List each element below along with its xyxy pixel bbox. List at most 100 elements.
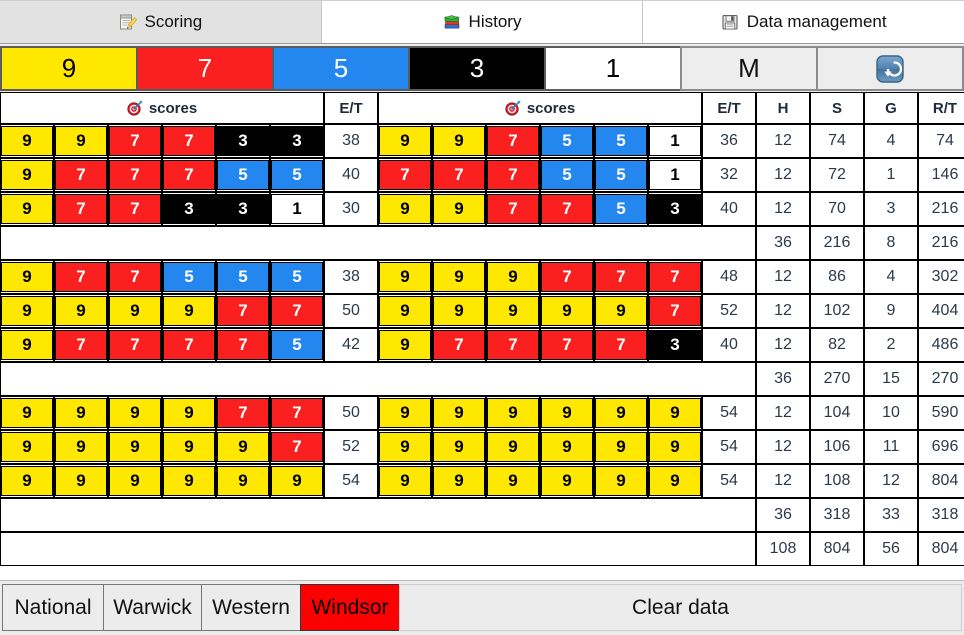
- score-cell[interactable]: 9: [54, 464, 108, 498]
- score-cell[interactable]: 9: [432, 464, 486, 498]
- score-cell[interactable]: 9: [648, 464, 702, 498]
- score-cell[interactable]: 7: [162, 124, 216, 158]
- score-cell[interactable]: 9: [432, 124, 486, 158]
- score-cell[interactable]: 9: [486, 294, 540, 328]
- score-cell[interactable]: 9: [54, 124, 108, 158]
- score-cell[interactable]: 3: [648, 328, 702, 362]
- score-cell[interactable]: 1: [270, 192, 324, 226]
- score-cell[interactable]: 9: [378, 124, 432, 158]
- score-key-9[interactable]: 9: [0, 46, 138, 91]
- score-cell[interactable]: 9: [54, 396, 108, 430]
- score-cell[interactable]: 9: [108, 430, 162, 464]
- score-cell[interactable]: 9: [378, 294, 432, 328]
- score-key-3[interactable]: 3: [408, 46, 546, 91]
- score-cell[interactable]: 7: [108, 158, 162, 192]
- score-key-miss[interactable]: M: [680, 46, 818, 91]
- score-cell[interactable]: 7: [270, 430, 324, 464]
- score-cell[interactable]: 7: [162, 328, 216, 362]
- tab-history[interactable]: History: [321, 0, 644, 43]
- score-cell[interactable]: 5: [540, 124, 594, 158]
- score-cell[interactable]: 9: [378, 328, 432, 362]
- score-cell[interactable]: 7: [648, 260, 702, 294]
- score-cell[interactable]: 1: [648, 124, 702, 158]
- score-cell[interactable]: 7: [162, 158, 216, 192]
- undo-button[interactable]: [816, 46, 964, 91]
- score-cell[interactable]: 7: [54, 158, 108, 192]
- score-cell[interactable]: 7: [378, 158, 432, 192]
- score-cell[interactable]: 9: [540, 294, 594, 328]
- score-cell[interactable]: 9: [432, 430, 486, 464]
- score-cell[interactable]: 9: [378, 192, 432, 226]
- score-cell[interactable]: 9: [486, 260, 540, 294]
- score-cell[interactable]: 9: [432, 396, 486, 430]
- score-cell[interactable]: 9: [540, 396, 594, 430]
- score-cell[interactable]: 9: [162, 294, 216, 328]
- round-button-windsor[interactable]: Windsor: [300, 584, 400, 631]
- score-cell[interactable]: 5: [594, 158, 648, 192]
- clear-data-button[interactable]: Clear data: [399, 584, 962, 631]
- score-cell[interactable]: 3: [162, 192, 216, 226]
- score-cell[interactable]: 9: [162, 396, 216, 430]
- tab-data-management[interactable]: Data management: [643, 0, 964, 43]
- score-cell[interactable]: 5: [270, 328, 324, 362]
- score-cell[interactable]: 7: [54, 192, 108, 226]
- score-cell[interactable]: 9: [0, 294, 54, 328]
- score-cell[interactable]: 9: [270, 464, 324, 498]
- score-cell[interactable]: 9: [378, 464, 432, 498]
- score-cell[interactable]: 5: [270, 158, 324, 192]
- score-key-5[interactable]: 5: [272, 46, 410, 91]
- score-cell[interactable]: 3: [270, 124, 324, 158]
- score-cell[interactable]: 3: [648, 192, 702, 226]
- score-cell[interactable]: 5: [216, 158, 270, 192]
- score-cell[interactable]: 7: [432, 328, 486, 362]
- score-cell[interactable]: 9: [432, 294, 486, 328]
- score-cell[interactable]: 9: [378, 396, 432, 430]
- score-cell[interactable]: 7: [216, 328, 270, 362]
- score-cell[interactable]: 7: [270, 396, 324, 430]
- score-cell[interactable]: 9: [216, 430, 270, 464]
- score-cell[interactable]: 9: [0, 430, 54, 464]
- score-cell[interactable]: 9: [54, 294, 108, 328]
- round-button-national[interactable]: National: [2, 584, 104, 631]
- score-cell[interactable]: 9: [432, 260, 486, 294]
- score-cell[interactable]: 9: [0, 260, 54, 294]
- score-cell[interactable]: 3: [216, 124, 270, 158]
- round-button-western[interactable]: Western: [201, 584, 301, 631]
- score-cell[interactable]: 7: [432, 158, 486, 192]
- score-key-7[interactable]: 7: [136, 46, 274, 91]
- score-cell[interactable]: 9: [0, 396, 54, 430]
- score-cell[interactable]: 9: [0, 328, 54, 362]
- score-cell[interactable]: 9: [0, 158, 54, 192]
- score-cell[interactable]: 7: [540, 192, 594, 226]
- score-cell[interactable]: 9: [648, 430, 702, 464]
- score-cell[interactable]: 9: [486, 396, 540, 430]
- score-cell[interactable]: 9: [0, 192, 54, 226]
- score-cell[interactable]: 9: [0, 124, 54, 158]
- score-cell[interactable]: 9: [594, 430, 648, 464]
- score-cell[interactable]: 5: [216, 260, 270, 294]
- round-button-warwick[interactable]: Warwick: [103, 584, 202, 631]
- score-cell[interactable]: 7: [540, 328, 594, 362]
- score-cell[interactable]: 9: [594, 464, 648, 498]
- score-cell[interactable]: 9: [162, 430, 216, 464]
- score-cell[interactable]: 7: [108, 328, 162, 362]
- score-cell[interactable]: 9: [54, 430, 108, 464]
- score-cell[interactable]: 5: [594, 192, 648, 226]
- score-cell[interactable]: 7: [108, 260, 162, 294]
- score-cell[interactable]: 7: [216, 294, 270, 328]
- score-cell[interactable]: 9: [594, 294, 648, 328]
- score-cell[interactable]: 7: [486, 328, 540, 362]
- tab-scoring[interactable]: Scoring: [0, 0, 322, 43]
- score-cell[interactable]: 9: [648, 396, 702, 430]
- score-cell[interactable]: 7: [486, 158, 540, 192]
- score-cell[interactable]: 9: [486, 464, 540, 498]
- score-cell[interactable]: 9: [216, 464, 270, 498]
- score-cell[interactable]: 7: [594, 260, 648, 294]
- score-cell[interactable]: 3: [216, 192, 270, 226]
- score-cell[interactable]: 9: [378, 260, 432, 294]
- score-cell[interactable]: 7: [108, 124, 162, 158]
- score-cell[interactable]: 7: [54, 260, 108, 294]
- score-cell[interactable]: 7: [486, 192, 540, 226]
- score-cell[interactable]: 7: [594, 328, 648, 362]
- score-cell[interactable]: 9: [378, 430, 432, 464]
